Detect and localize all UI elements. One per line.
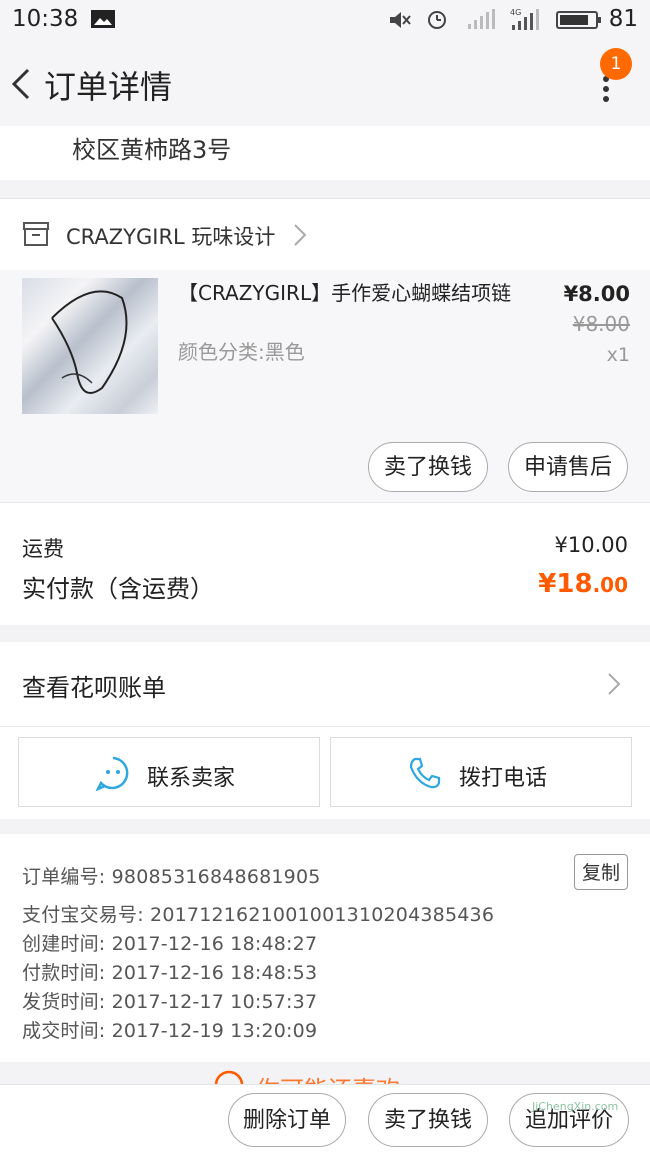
order-info: 订单编号: 98085316848681905 复制 支付宝交易号: 20171… <box>0 834 650 1062</box>
contact-row: 联系卖家 拨打电话 <box>0 726 650 819</box>
status-bar: 10:38 4G 81 <box>0 0 650 40</box>
svg-text:4G: 4G <box>510 8 521 17</box>
phone-icon <box>409 757 441 789</box>
huabei-label: 查看花呗账单 <box>22 674 166 702</box>
paid-label: 实付款（含运费） <box>22 575 214 603</box>
status-time: 10:38 <box>12 6 79 32</box>
image-notification-icon <box>91 10 115 28</box>
page-title: 订单详情 <box>44 68 173 106</box>
product-sku: 颜色分类:黑色 <box>178 340 305 364</box>
address-line: 校区黄柿路3号 <box>72 136 232 164</box>
paid-decimal: .00 <box>592 573 628 597</box>
order-item[interactable]: 【CRAZYGIRL】手作爱心蝴蝶结项链 颜色分类:黑色 ¥8.00 ¥8.00… <box>0 270 650 502</box>
store-icon <box>23 222 49 246</box>
product-title[interactable]: 【CRAZYGIRL】手作爱心蝴蝶结项链 <box>178 280 528 306</box>
product-thumbnail[interactable] <box>22 278 158 414</box>
paid-symbol: ¥ <box>538 569 557 599</box>
price-current: ¥8.00 <box>563 282 630 306</box>
contact-seller-label: 联系卖家 <box>147 766 236 791</box>
sell-for-cash-bottom-button[interactable]: 卖了换钱 <box>368 1093 488 1147</box>
chevron-right-icon <box>294 224 307 246</box>
created-time: 创建时间: 2017-12-16 18:48:27 <box>22 933 318 955</box>
paid-time: 付款时间: 2017-12-16 18:48:53 <box>22 962 318 984</box>
shipped-time: 发货时间: 2017-12-17 10:57:37 <box>22 991 318 1013</box>
heart-circle-icon <box>214 1070 244 1084</box>
notification-badge: 1 <box>600 48 632 80</box>
contact-seller-button[interactable]: 联系卖家 <box>18 737 320 807</box>
after-sale-button[interactable]: 申请售后 <box>508 442 628 492</box>
price-original: ¥8.00 <box>572 312 630 336</box>
alarm-icon <box>428 11 446 29</box>
paid-value: ¥18.00 <box>538 569 628 599</box>
completed-time: 成交时间: 2017-12-19 13:20:09 <box>22 1020 318 1042</box>
paid-integer: 18 <box>556 569 593 599</box>
battery-icon <box>556 11 601 29</box>
shop-name: CRAZYGIRL 玩味设计 <box>66 225 276 249</box>
bottom-action-bar: 删除订单 卖了换钱 追加评价 <box>0 1084 650 1156</box>
alipay-trade-number: 支付宝交易号: 2017121621001001310204385436 <box>22 904 495 926</box>
shipping-value: ¥10.00 <box>554 533 628 557</box>
nav-bar: 订单详情 1 <box>0 40 650 126</box>
recommend-strip: 你可能还喜欢 <box>0 1062 650 1084</box>
recommend-title: 你可能还喜欢 <box>256 1070 400 1084</box>
back-arrow-icon[interactable] <box>8 64 38 104</box>
watermark-logo: JiChengXin.com <box>532 1100 619 1113</box>
call-phone-label: 拨打电话 <box>459 766 548 791</box>
order-number: 订单编号: 98085316848681905 <box>22 866 321 888</box>
huabei-bill-row[interactable]: 查看花呗账单 <box>0 642 650 726</box>
call-phone-button[interactable]: 拨打电话 <box>330 737 632 807</box>
shipping-label: 运费 <box>22 537 64 561</box>
mute-icon <box>390 12 411 28</box>
copy-button[interactable]: 复制 <box>574 854 628 890</box>
signal-icon <box>468 9 495 29</box>
quantity: x1 <box>606 344 630 366</box>
shop-row[interactable]: CRAZYGIRL 玩味设计 <box>0 198 650 271</box>
chevron-right-icon <box>608 673 621 695</box>
fee-summary: 运费 ¥10.00 实付款（含运费） ¥18.00 <box>0 502 650 625</box>
sell-for-cash-button[interactable]: 卖了换钱 <box>368 442 488 492</box>
delete-order-button[interactable]: 删除订单 <box>228 1093 346 1147</box>
necklace-image <box>51 290 128 394</box>
chat-bubble-icon <box>95 756 129 791</box>
signal-4g-icon: 4G <box>510 8 539 30</box>
battery-level: 81 <box>608 6 638 32</box>
